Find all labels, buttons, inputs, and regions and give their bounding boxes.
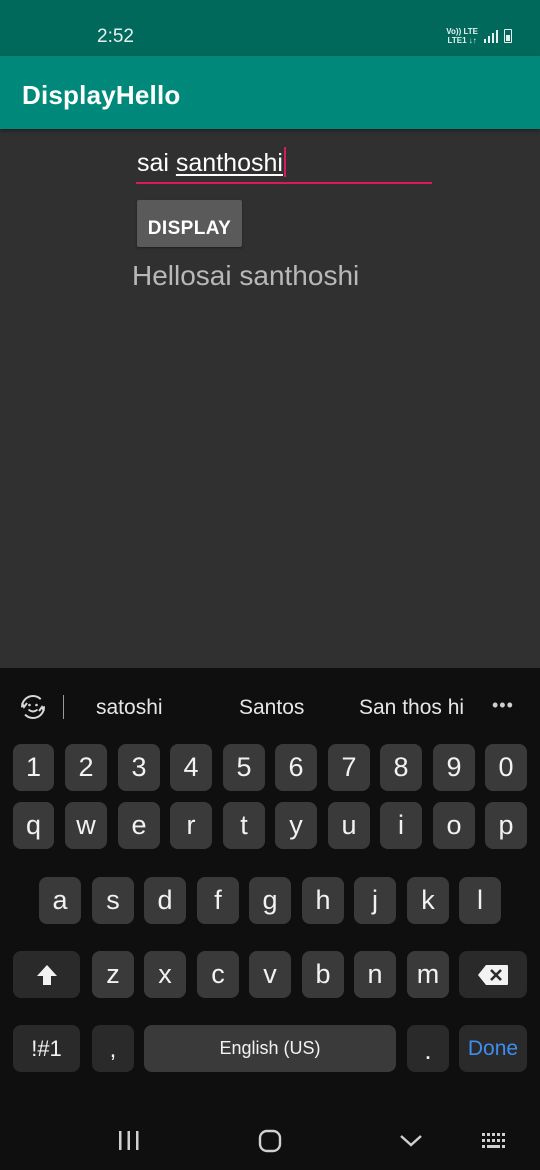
suggestion-1[interactable]: satoshi — [96, 696, 163, 720]
key-v[interactable]: v — [249, 951, 291, 998]
key-n[interactable]: n — [354, 951, 396, 998]
hide-keyboard-icon[interactable] — [399, 1134, 423, 1148]
key-m[interactable]: m — [407, 951, 449, 998]
key-z[interactable]: z — [92, 951, 134, 998]
status-bar: 2:52 Vo)) LTE LTE1 ↓↑ — [0, 0, 540, 56]
key-7[interactable]: 7 — [328, 744, 370, 791]
key-g[interactable]: g — [249, 877, 291, 924]
suggestion-2[interactable]: Santos — [239, 696, 304, 720]
key-o[interactable]: o — [433, 802, 475, 849]
lte-label: LTE1 ↓↑ — [447, 36, 477, 45]
key-a[interactable]: a — [39, 877, 81, 924]
comma-key[interactable]: , — [92, 1025, 134, 1072]
soft-keyboard: satoshi Santos San thos hi ••• 1 2 3 4 5… — [0, 668, 540, 1102]
display-button[interactable]: DISPLAY — [137, 200, 242, 247]
name-input-prefix: sai — [137, 149, 176, 177]
key-4[interactable]: 4 — [170, 744, 212, 791]
status-icons: Vo)) LTE LTE1 ↓↑ — [446, 25, 512, 47]
name-input[interactable]: sai santhoshi — [136, 140, 432, 184]
key-0[interactable]: 0 — [485, 744, 527, 791]
output-text: Hellosai santhoshi — [132, 260, 360, 291]
suggestion-bar: satoshi Santos San thos hi ••• — [0, 668, 540, 744]
key-e[interactable]: e — [118, 802, 160, 849]
key-j[interactable]: j — [354, 877, 396, 924]
done-key[interactable]: Done — [459, 1025, 527, 1072]
key-y[interactable]: y — [275, 802, 317, 849]
space-key[interactable]: English (US) — [144, 1025, 396, 1072]
key-i[interactable]: i — [380, 802, 422, 849]
key-3[interactable]: 3 — [118, 744, 160, 791]
status-time: 2:52 — [97, 26, 134, 47]
shift-key[interactable] — [13, 951, 80, 998]
key-t[interactable]: t — [223, 802, 265, 849]
key-w[interactable]: w — [65, 802, 107, 849]
emoji-sync-icon[interactable] — [18, 692, 48, 722]
key-r[interactable]: r — [170, 802, 212, 849]
symbols-key[interactable]: !#1 — [13, 1025, 80, 1072]
recent-apps-icon[interactable] — [118, 1130, 140, 1152]
key-d[interactable]: d — [144, 877, 186, 924]
suggestion-3[interactable]: San thos hi — [359, 696, 464, 720]
name-input-text[interactable]: sai santhoshi — [137, 147, 286, 178]
key-l[interactable]: l — [459, 877, 501, 924]
volte-label: Vo)) LTE — [446, 27, 478, 36]
network-indicator: Vo)) LTE LTE1 ↓↑ — [446, 27, 478, 45]
suggestion-divider — [63, 695, 64, 719]
key-9[interactable]: 9 — [433, 744, 475, 791]
key-u[interactable]: u — [328, 802, 370, 849]
key-p[interactable]: p — [485, 802, 527, 849]
key-1[interactable]: 1 — [13, 744, 54, 791]
period-key[interactable]: . — [407, 1025, 449, 1072]
name-input-composing: santhoshi — [175, 149, 283, 177]
key-q[interactable]: q — [13, 802, 54, 849]
text-cursor — [283, 147, 286, 177]
key-6[interactable]: 6 — [275, 744, 317, 791]
app-bar: DisplayHello — [0, 56, 540, 129]
app-title: DisplayHello — [22, 80, 181, 110]
key-x[interactable]: x — [144, 951, 186, 998]
more-options-icon[interactable]: ••• — [492, 695, 514, 716]
key-f[interactable]: f — [197, 877, 239, 924]
key-8[interactable]: 8 — [380, 744, 422, 791]
key-b[interactable]: b — [302, 951, 344, 998]
keyboard-icon[interactable] — [481, 1132, 509, 1150]
battery-icon — [504, 29, 512, 43]
key-h[interactable]: h — [302, 877, 344, 924]
backspace-icon — [478, 964, 508, 985]
key-2[interactable]: 2 — [65, 744, 107, 791]
key-5[interactable]: 5 — [223, 744, 265, 791]
home-icon[interactable] — [258, 1129, 282, 1153]
shift-icon — [36, 964, 57, 985]
signal-icon — [484, 29, 498, 43]
backspace-key[interactable] — [459, 951, 527, 998]
key-s[interactable]: s — [92, 877, 134, 924]
navigation-bar — [0, 1102, 540, 1170]
key-c[interactable]: c — [197, 951, 239, 998]
key-k[interactable]: k — [407, 877, 449, 924]
